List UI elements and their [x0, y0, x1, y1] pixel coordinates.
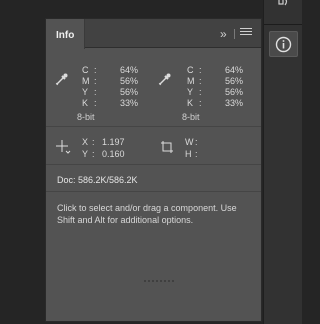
tool-hint-text: Click to select and/or drag a component.…	[57, 203, 237, 225]
channel-value: 56%	[224, 87, 243, 97]
h-label: H	[185, 149, 192, 159]
info-panel: Info » C: 64% M: 56% Y: 56% K: 33% 8-bit C: 6…	[45, 18, 262, 322]
bit-depth-label: 8-bit	[77, 112, 95, 122]
channel-label: C	[82, 65, 89, 75]
channel-separator: :	[94, 87, 97, 97]
hamburger-menu-icon[interactable]	[240, 28, 252, 37]
y-separator: :	[92, 149, 95, 159]
w-label: W	[185, 137, 194, 147]
channel-value: 56%	[224, 76, 243, 86]
tab-info[interactable]: Info	[46, 19, 85, 49]
channel-label: M	[187, 76, 195, 86]
channel-label: Y	[187, 87, 194, 97]
channel-separator: :	[199, 76, 202, 86]
dock-divider	[264, 24, 302, 25]
channel-separator: :	[94, 65, 97, 75]
eyedropper-icon	[55, 72, 69, 86]
channel-separator: :	[199, 98, 202, 108]
section-divider	[46, 126, 261, 127]
channel-separator: :	[199, 65, 202, 75]
channel-value: 64%	[119, 65, 138, 75]
channel-separator: :	[94, 98, 97, 108]
panel-icon[interactable]	[269, 0, 298, 16]
x-separator: :	[92, 137, 95, 147]
channel-label: C	[187, 65, 194, 75]
panel-tab-bar: Info »	[46, 19, 261, 49]
cursor-position-readout: X:1.197 Y:0.160	[82, 136, 132, 160]
info-icon[interactable]	[269, 31, 298, 57]
channel-separator: :	[199, 87, 202, 97]
bit-depth-label: 8-bit	[182, 112, 200, 122]
h-separator: :	[195, 149, 198, 159]
y-value: 0.160	[102, 149, 125, 159]
tab-bar-divider	[234, 29, 235, 39]
selection-size-readout: W: H:	[185, 136, 235, 160]
document-size-label: Doc: 586.2K/586.2K	[57, 175, 138, 185]
channel-label: K	[82, 98, 89, 108]
channel-value: 64%	[224, 65, 243, 75]
selection-size-icon	[160, 140, 174, 154]
x-label: X	[82, 137, 89, 147]
y-label: Y	[82, 149, 89, 159]
channel-value: 56%	[119, 76, 138, 86]
channel-value: 33%	[119, 98, 138, 108]
section-divider	[46, 164, 261, 165]
section-divider	[46, 191, 261, 192]
channel-value: 56%	[119, 87, 138, 97]
channel-value: 33%	[224, 98, 243, 108]
channel-separator: :	[94, 76, 97, 86]
h-value	[205, 148, 235, 160]
eyedropper-icon	[158, 72, 172, 86]
w-value	[205, 136, 235, 148]
w-separator: :	[195, 137, 198, 147]
channel-label: M	[82, 76, 90, 86]
color-sample-1-readout: C: 64% M: 56% Y: 56% K: 33%	[82, 65, 138, 109]
crosshair-icon	[55, 139, 71, 155]
channel-label: K	[187, 98, 194, 108]
channel-label: Y	[82, 87, 89, 97]
panel-dock	[263, 0, 302, 324]
x-value: 1.197	[102, 137, 125, 147]
collapse-panel-button[interactable]: »	[220, 27, 227, 41]
color-sample-2-readout: C: 64% M: 56% Y: 56% K: 33%	[187, 65, 243, 109]
panel-resize-grip[interactable]	[144, 280, 174, 282]
